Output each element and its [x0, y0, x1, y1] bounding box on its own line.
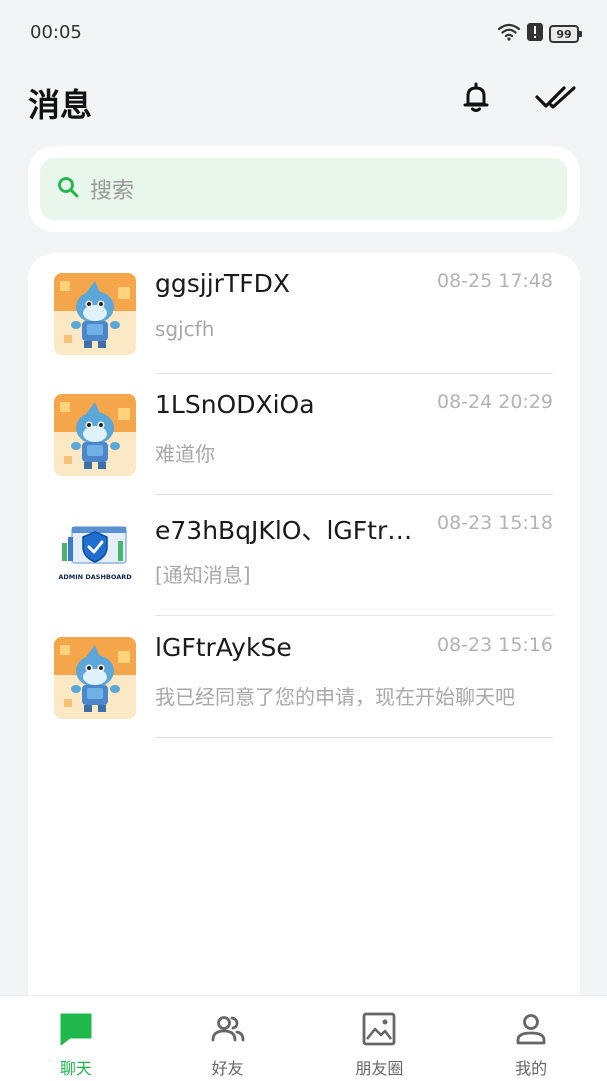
- list-item[interactable]: ADMIN DASHBOARD e73hBqJKlO、lGFtrAykSe 08…: [28, 495, 580, 616]
- conversation-name: 1LSnODXiOa: [155, 390, 315, 419]
- conversation-preview: 难道你: [155, 442, 215, 466]
- search-placeholder: 搜索: [90, 179, 135, 204]
- friends-icon: [210, 1011, 246, 1051]
- tab-moments[interactable]: 朋友圈: [304, 996, 456, 1081]
- conversation-time: 08-25 17:48: [436, 270, 553, 292]
- conversation-name: lGFtrAykSe: [155, 633, 292, 662]
- conversation-name: e73hBqJKlO、lGFtrAykSe: [155, 516, 425, 545]
- list-item[interactable]: 1LSnODXiOa 08-24 20:29 难道你: [28, 374, 580, 495]
- status-icons: 99: [497, 22, 582, 46]
- conversation-preview: [通知消息]: [155, 563, 251, 587]
- list-item[interactable]: lGFtrAykSe 08-23 15:16 我已经同意了您的申请，现在开始聊天…: [28, 617, 580, 738]
- alert-icon: [527, 23, 543, 45]
- page-title: 消息: [28, 86, 93, 124]
- search-icon: [56, 175, 80, 203]
- avatar: [54, 394, 136, 476]
- status-bar: 00:05 99: [0, 0, 607, 66]
- conversation-name: ggsjjrTFDX: [155, 269, 290, 298]
- wifi-icon: [497, 22, 521, 46]
- conversation-time: 08-23 15:18: [436, 512, 553, 534]
- header: 消息: [0, 66, 607, 132]
- divider: [155, 615, 553, 616]
- moments-icon: [361, 1011, 397, 1051]
- search-card: 搜索: [28, 146, 580, 232]
- search-input[interactable]: 搜索: [40, 158, 567, 220]
- tab-label: 我的: [515, 1059, 548, 1078]
- conversation-preview: sgjcfh: [155, 317, 215, 341]
- divider: [155, 737, 553, 738]
- conversation-preview: 我已经同意了您的申请，现在开始聊天吧: [155, 685, 515, 709]
- tab-label: 朋友圈: [355, 1059, 404, 1078]
- conversation-list: ggsjjrTFDX 08-25 17:48 sgjcfh 1LSnODXiOa…: [28, 253, 580, 1013]
- avatar-label: ADMIN DASHBOARD: [58, 573, 132, 581]
- conversation-time: 08-24 20:29: [436, 391, 553, 413]
- bell-icon[interactable]: [458, 80, 494, 116]
- battery-icon: 99: [549, 25, 582, 43]
- list-item[interactable]: ggsjjrTFDX 08-25 17:48 sgjcfh: [28, 253, 580, 374]
- chat-icon: [58, 1011, 94, 1051]
- profile-icon: [513, 1011, 549, 1051]
- tab-friends[interactable]: 好友: [152, 996, 304, 1081]
- status-time: 00:05: [30, 22, 82, 43]
- mark-all-read-icon[interactable]: [534, 82, 578, 116]
- tab-label: 好友: [211, 1059, 244, 1078]
- avatar: [54, 637, 136, 719]
- tab-profile[interactable]: 我的: [455, 996, 607, 1081]
- avatar: [54, 273, 136, 355]
- tab-chat[interactable]: 聊天: [0, 996, 152, 1081]
- tab-label: 聊天: [59, 1059, 92, 1078]
- conversation-time: 08-23 15:16: [436, 634, 553, 656]
- bottom-tab-bar: 聊天 好友 朋友圈 我的: [0, 995, 607, 1081]
- avatar: ADMIN DASHBOARD: [54, 515, 136, 597]
